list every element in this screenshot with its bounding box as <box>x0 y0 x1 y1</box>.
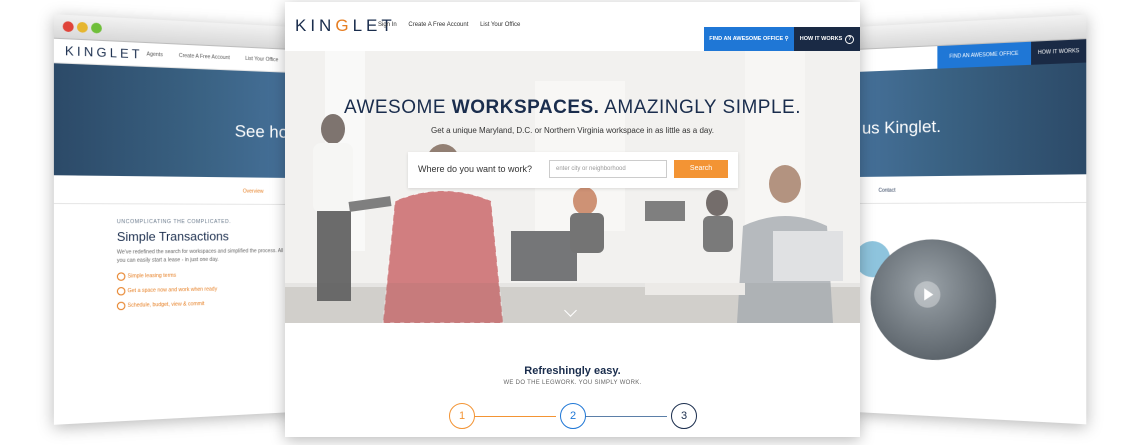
maximize-dot-icon[interactable] <box>91 22 102 34</box>
how-it-works-button[interactable]: HOW IT WORKS <box>1031 39 1087 65</box>
step-3[interactable]: 3 <box>671 403 697 429</box>
logo[interactable]: KINGLET <box>65 43 143 61</box>
nav-sign-in[interactable]: Sign In <box>378 22 397 28</box>
step-connector <box>474 416 556 417</box>
content-section: UNCOMPLICATING THE COMPLICATED. Simple T… <box>54 204 294 311</box>
tab-overview[interactable]: Overview <box>243 189 264 195</box>
banner-text: s us Kinglet. <box>855 116 942 139</box>
nav-link[interactable]: Create A Free Account <box>179 53 230 61</box>
how-it-works-section: Refreshingly easy. WE DO THE LEGWORK. YO… <box>285 323 860 437</box>
play-icon[interactable] <box>914 280 941 309</box>
hero-banner: s us Kinglet. <box>855 62 1087 178</box>
right-browser-window: FIND AN AWESOME OFFICE HOW IT WORKS s us… <box>855 14 1087 425</box>
nav-links: Sign In Create A Free Account List Your … <box>378 22 530 28</box>
top-nav: KINGLET Sign In Create A Free Account Li… <box>285 2 860 53</box>
nav-create-account[interactable]: Create A Free Account <box>408 22 468 28</box>
left-browser-window: KINGLET Agents Create A Free Account Lis… <box>53 14 295 425</box>
hero-subtitle: Get a unique Maryland, D.C. or Northern … <box>431 126 714 135</box>
subtabs: Overview <box>53 175 295 205</box>
nav-links: Agents Create A Free Account List Your O… <box>147 51 292 64</box>
how-it-works-button[interactable]: HOW IT WORKS? <box>794 27 860 52</box>
circle-icon <box>116 287 126 296</box>
close-dot-icon[interactable] <box>62 21 74 33</box>
list-item[interactable]: Simple leasing terms <box>116 271 294 281</box>
search-icon: ⚲ <box>784 36 789 42</box>
hero-title: AWESOME WORKSPACES. AMAZINGLY SIMPLE. <box>343 97 801 118</box>
hero-banner: See how <box>53 63 295 178</box>
nav-link[interactable]: List Your Office <box>245 56 278 64</box>
section-title: Refreshingly easy. <box>524 365 621 377</box>
nav-link[interactable]: Agents <box>147 51 163 58</box>
search-label: Where do you want to work? <box>418 164 533 174</box>
search-button[interactable]: Search <box>674 160 728 178</box>
step-2[interactable]: 2 <box>560 403 586 429</box>
question-icon: ? <box>845 35 855 44</box>
kicker: UNCOMPLICATING THE COMPLICATED. <box>116 218 232 226</box>
main-browser-window: KINGLET Sign In Create A Free Account Li… <box>285 2 860 437</box>
search-input[interactable]: enter city or neighborhood <box>549 160 667 178</box>
find-office-button[interactable]: FIND AN AWESOME OFFICE ⚲ <box>704 27 794 52</box>
minimize-dot-icon[interactable] <box>76 21 88 33</box>
tab-contact[interactable]: Contact <box>878 188 895 194</box>
circle-icon <box>116 301 126 311</box>
search-box: Where do you want to work? enter city or… <box>408 152 738 188</box>
step-connector <box>585 416 667 417</box>
section-heading: Simple Transactions <box>116 229 229 245</box>
section-paragraph: We've redefined the search for workspace… <box>116 248 284 265</box>
section-subtitle: WE DO THE LEGWORK. YOU SIMPLY WORK. <box>503 380 642 386</box>
subtabs: Contact <box>855 174 1087 204</box>
hero-section: AWESOME WORKSPACES. AMAZINGLY SIMPLE. Ge… <box>285 51 860 323</box>
list-item[interactable]: Schedule, budget, view & commit <box>116 299 294 311</box>
circle-icon <box>116 272 126 281</box>
step-1[interactable]: 1 <box>449 403 475 429</box>
nav-list-office[interactable]: List Your Office <box>480 22 520 28</box>
list-item[interactable]: Get a space now and work when ready <box>116 285 294 296</box>
